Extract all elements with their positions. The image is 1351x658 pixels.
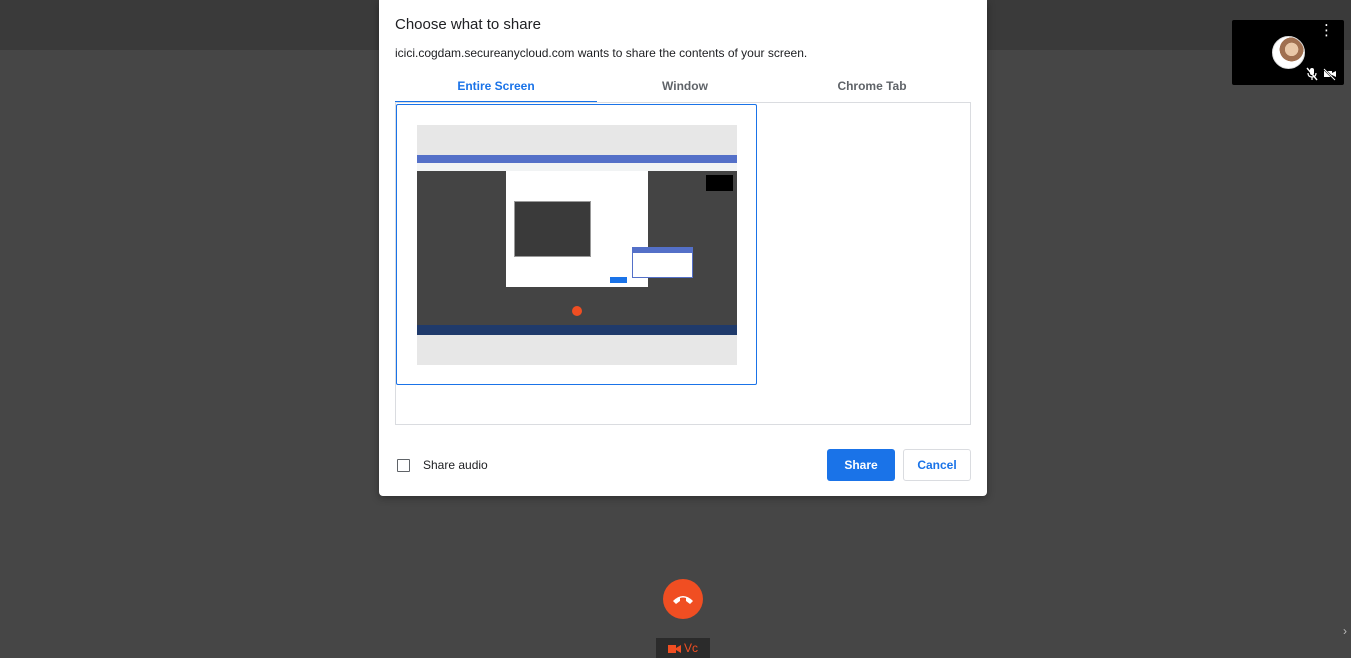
dialog-subtitle: icici.cogdam.secureanycloud.com wants to…	[395, 46, 808, 60]
expand-arrow-icon[interactable]: ›	[1343, 624, 1347, 638]
participant-avatar	[1272, 36, 1305, 69]
more-vert-icon[interactable]: ⋮	[1319, 23, 1334, 38]
hangup-button[interactable]	[663, 579, 703, 619]
screen-thumbnail-option[interactable]	[396, 104, 757, 385]
self-view-tile[interactable]: ⋮	[1232, 20, 1344, 85]
share-audio-label: Share audio	[423, 458, 488, 472]
tab-entire-screen[interactable]: Entire Screen	[395, 76, 597, 103]
nested-screen-preview	[417, 155, 737, 335]
camera-off-icon	[1323, 68, 1336, 81]
tab-chrome-tab[interactable]: Chrome Tab	[771, 76, 973, 101]
cancel-button[interactable]: Cancel	[903, 449, 971, 481]
phone-hangup-icon	[673, 596, 693, 604]
dialog-title: Choose what to share	[395, 16, 541, 33]
share-tabs: Entire Screen Window Chrome Tab	[395, 76, 971, 103]
screen-thumbnail	[417, 125, 737, 365]
mic-off-icon	[1306, 67, 1318, 81]
share-screen-dialog: Choose what to share icici.cogdam.secure…	[379, 0, 987, 496]
share-audio-checkbox[interactable]	[397, 459, 410, 472]
share-source-panel	[395, 102, 971, 425]
share-button[interactable]: Share	[827, 449, 895, 481]
video-call-label: Vc	[683, 641, 698, 655]
tab-window[interactable]: Window	[584, 76, 786, 101]
video-camera-icon	[667, 645, 681, 653]
video-call-badge[interactable]: Vc	[656, 638, 710, 658]
